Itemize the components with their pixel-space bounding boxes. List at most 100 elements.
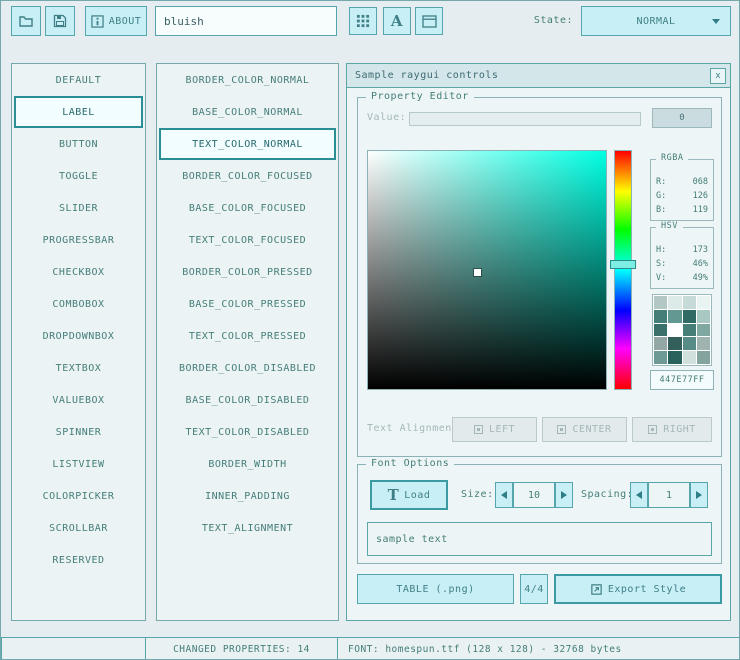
properties-list-item[interactable]: TEXT_COLOR_FOCUSED <box>157 224 338 256</box>
controls-list-item[interactable]: COLORPICKER <box>12 480 145 512</box>
properties-list-item[interactable]: BORDER_COLOR_NORMAL <box>157 64 338 96</box>
style-name-input[interactable]: bluish <box>155 6 337 36</box>
open-style-button[interactable] <box>11 6 41 36</box>
load-font-button[interactable]: T Load <box>370 480 448 510</box>
controls-list-item[interactable]: BUTTON <box>12 128 145 160</box>
palette-swatch[interactable] <box>697 324 710 337</box>
palette-swatch[interactable] <box>683 351 696 364</box>
properties-list-item[interactable]: INNER_PADDING <box>157 480 338 512</box>
value-slider[interactable] <box>409 112 641 126</box>
style-table-icon <box>356 14 370 28</box>
controls-list-item[interactable]: SPINNER <box>12 416 145 448</box>
align-right-button[interactable]: RIGHT <box>632 417 712 442</box>
palette-swatch[interactable] <box>654 310 667 323</box>
size-label: Size: <box>461 489 494 500</box>
palette-swatch[interactable] <box>697 296 710 309</box>
export-pages-button[interactable]: 4/4 <box>520 574 548 604</box>
controls-list-item[interactable]: DEFAULT <box>12 64 145 96</box>
properties-list-item[interactable]: BORDER_COLOR_PRESSED <box>157 256 338 288</box>
palette-swatch[interactable] <box>683 296 696 309</box>
size-decrease-button[interactable] <box>495 482 513 508</box>
palette-swatch[interactable] <box>654 324 667 337</box>
controls-list-item[interactable]: SLIDER <box>12 192 145 224</box>
size-increase-button[interactable] <box>555 482 573 508</box>
palette-swatch[interactable] <box>668 351 681 364</box>
value-box-text: 0 <box>679 113 684 123</box>
controls-list-item[interactable]: CHECKBOX <box>12 256 145 288</box>
style-table-button[interactable] <box>349 7 377 35</box>
properties-list-item[interactable]: BASE_COLOR_PRESSED <box>157 288 338 320</box>
controls-list-item[interactable]: VALUEBOX <box>12 384 145 416</box>
color-panel[interactable] <box>367 150 607 390</box>
properties-list-item[interactable]: BASE_COLOR_NORMAL <box>157 96 338 128</box>
properties-list-item[interactable]: TEXT_COLOR_DISABLED <box>157 416 338 448</box>
value-box[interactable]: 0 <box>652 108 712 128</box>
statusbar-changed-properties: CHANGED PROPERTIES: 14 <box>145 637 338 660</box>
spinner-left-icon <box>636 491 642 499</box>
about-button-label: ABOUT <box>109 16 142 27</box>
palette-swatch[interactable] <box>668 310 681 323</box>
save-style-button[interactable] <box>45 6 75 36</box>
sample-window-toggle-button[interactable] <box>415 7 443 35</box>
spacing-value[interactable]: 1 <box>648 482 690 508</box>
color-panel-cursor[interactable] <box>474 269 481 276</box>
spinner-right-icon <box>696 491 702 499</box>
rgba-row: G:126 <box>651 189 713 203</box>
controls-list-item[interactable]: TOGGLE <box>12 160 145 192</box>
palette-swatch[interactable] <box>668 337 681 350</box>
palette-swatch[interactable] <box>654 296 667 309</box>
properties-list-item[interactable]: BASE_COLOR_FOCUSED <box>157 192 338 224</box>
hex-value-text: 447E77FF <box>660 375 705 385</box>
controls-list-item[interactable]: RESERVED <box>12 544 145 576</box>
size-value[interactable]: 10 <box>513 482 555 508</box>
statusbar-left-cell <box>1 637 146 660</box>
state-dropdown[interactable]: NORMAL <box>581 6 731 36</box>
palette-swatch[interactable] <box>697 351 710 364</box>
controls-list-item[interactable]: DROPDOWNBOX <box>12 320 145 352</box>
properties-list-item[interactable]: BORDER_COLOR_DISABLED <box>157 352 338 384</box>
open-file-icon <box>18 13 34 29</box>
export-format-dropdown[interactable]: TABLE (.png) <box>357 574 514 604</box>
sample-text-box[interactable]: sample text <box>367 522 712 556</box>
properties-list-item[interactable]: BORDER_COLOR_FOCUSED <box>157 160 338 192</box>
controls-list-item-selected[interactable]: LABEL <box>14 96 143 128</box>
palette-swatch[interactable] <box>668 296 681 309</box>
spacing-increase-button[interactable] <box>690 482 708 508</box>
palette-swatch[interactable] <box>683 310 696 323</box>
window-icon <box>422 15 437 28</box>
rgba-box: RGBA R:068 G:126 B:119 <box>650 159 714 221</box>
align-left-button[interactable]: LEFT <box>452 417 537 442</box>
properties-list-item[interactable]: BORDER_WIDTH <box>157 448 338 480</box>
window-titlebar[interactable]: Sample raygui controls <box>347 64 730 88</box>
hue-bar-handle[interactable] <box>610 260 636 269</box>
properties-list-item[interactable]: TEXT_ALIGNMENT <box>157 512 338 544</box>
properties-list-item-selected[interactable]: TEXT_COLOR_NORMAL <box>159 128 336 160</box>
rgba-row: B:119 <box>651 203 713 217</box>
align-center-button[interactable]: CENTER <box>542 417 627 442</box>
palette-swatch[interactable] <box>683 337 696 350</box>
hue-bar[interactable] <box>614 150 632 390</box>
properties-list-item[interactable]: TEXT_COLOR_PRESSED <box>157 320 338 352</box>
palette-swatch[interactable] <box>697 337 710 350</box>
value-label: Value: <box>367 112 406 123</box>
properties-list-item[interactable]: BASE_COLOR_DISABLED <box>157 384 338 416</box>
font-atlas-button[interactable]: A <box>383 7 411 35</box>
palette-swatch[interactable] <box>654 337 667 350</box>
hsv-box-label: HSV <box>656 221 683 231</box>
controls-list-item[interactable]: COMBOBOX <box>12 288 145 320</box>
controls-list-item[interactable]: TEXTBOX <box>12 352 145 384</box>
palette-swatch[interactable] <box>697 310 710 323</box>
controls-list-item[interactable]: LISTVIEW <box>12 448 145 480</box>
controls-list-item[interactable]: SCROLLBAR <box>12 512 145 544</box>
spacing-decrease-button[interactable] <box>630 482 648 508</box>
export-icon <box>590 583 603 596</box>
hex-value-box[interactable]: 447E77FF <box>650 370 714 390</box>
palette-swatch[interactable] <box>654 351 667 364</box>
controls-list-item[interactable]: PROGRESSBAR <box>12 224 145 256</box>
palette-swatch[interactable] <box>668 324 681 337</box>
load-font-icon: T <box>388 488 400 503</box>
close-button[interactable]: x <box>710 68 726 84</box>
about-button[interactable]: ABOUT <box>85 6 147 36</box>
palette-swatch[interactable] <box>683 324 696 337</box>
export-style-button[interactable]: Export Style <box>554 574 722 604</box>
